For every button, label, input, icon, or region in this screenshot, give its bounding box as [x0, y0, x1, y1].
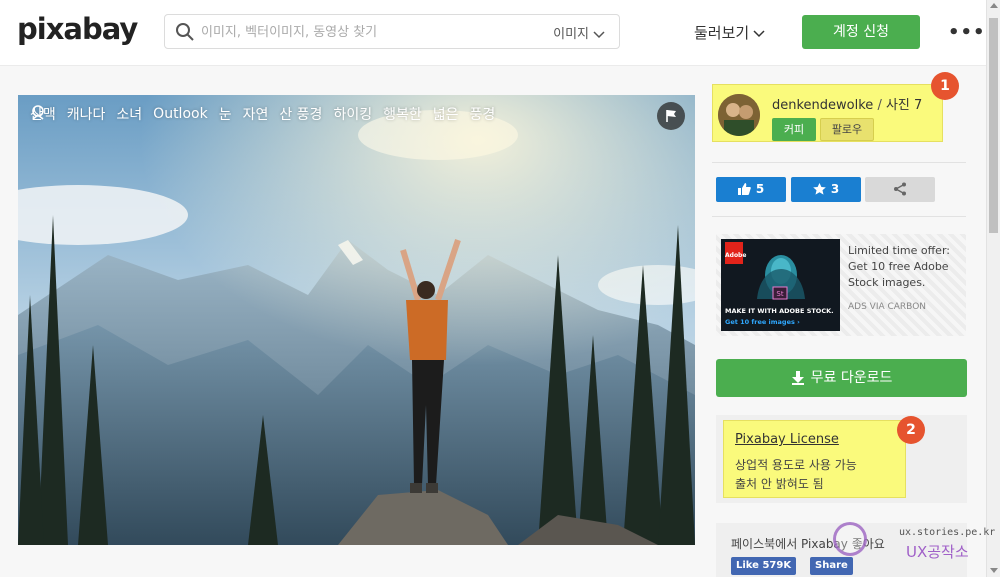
browse-label: 둘러보기: [694, 24, 750, 42]
adobe-logo: Adobe: [725, 242, 746, 264]
license-highlight: Pixabay License 상업적 용도로 사용 가능 출처 안 밝혀도 됨: [723, 420, 906, 498]
mountain-photo-image: [18, 95, 695, 545]
search-input[interactable]: [201, 20, 531, 44]
tag-icon: [32, 105, 44, 120]
search-type-select[interactable]: 이미지: [553, 23, 605, 42]
follow-button[interactable]: 팔로우: [820, 118, 874, 141]
pixabay-logo[interactable]: pixabay: [17, 12, 138, 46]
browse-menu[interactable]: 둘러보기: [694, 22, 765, 43]
top-header: pixabay 이미지 둘러보기 계정 신청 •••: [0, 0, 986, 66]
tag-link[interactable]: 소녀: [116, 104, 142, 124]
tag-link[interactable]: 캐나다: [67, 104, 106, 124]
author-card: denkendewolke / 사진 7 커피 팔로우: [712, 84, 943, 142]
license-attribution: 출처 안 밝혀도 됨: [735, 477, 824, 491]
download-icon: [791, 371, 804, 385]
scroll-up-icon[interactable]: [990, 3, 998, 8]
chevron-down-icon: [593, 30, 605, 38]
chevron-down-icon: [753, 29, 765, 37]
tag-link[interactable]: 하이킹: [333, 104, 372, 124]
facebook-share-button[interactable]: Share: [810, 557, 853, 575]
annotation-badge: 1: [931, 72, 959, 100]
tag-link[interactable]: 자연: [243, 104, 269, 124]
scrollbar[interactable]: [986, 0, 1000, 577]
author-avatar[interactable]: [718, 94, 760, 136]
search-bar[interactable]: 이미지: [164, 14, 620, 49]
free-download-button[interactable]: 무료 다운로드: [716, 359, 967, 397]
ad-text[interactable]: Limited time offer: Get 10 free Adobe St…: [848, 243, 963, 291]
author-separator: /: [873, 98, 886, 113]
download-label: 무료 다운로드: [810, 370, 893, 386]
facebook-like-button[interactable]: Like 579K: [731, 557, 797, 575]
search-icon[interactable]: [175, 22, 195, 42]
thumbs-up-icon: [737, 183, 751, 195]
avatar-image: [718, 94, 760, 136]
ad-caption: MAKE IT WITH ADOBE STOCK.: [725, 307, 834, 315]
ad-via[interactable]: ADS VIA CARBON: [848, 302, 926, 312]
share-button[interactable]: [865, 177, 935, 202]
ad-image[interactable]: St Adobe MAKE IT WITH ADOBE STOCK. Get 1…: [721, 239, 840, 331]
scroll-thumb[interactable]: [989, 18, 998, 233]
tag-link[interactable]: Outlook: [153, 106, 208, 122]
report-flag-button[interactable]: [657, 102, 685, 130]
tag-link[interactable]: 눈: [219, 104, 232, 124]
tag-link[interactable]: 행복한: [383, 104, 422, 124]
license-commercial: 상업적 용도로 사용 가능: [735, 458, 857, 472]
watermark-site: ux.stories.pe.kr: [899, 527, 996, 538]
ad-cta: Get 10 free images ›: [725, 318, 800, 326]
author-info: denkendewolke / 사진 7: [772, 94, 922, 113]
join-button[interactable]: 계정 신청: [802, 15, 920, 49]
favorite-count: 3: [830, 182, 840, 196]
author-photo-count[interactable]: 사진 7: [886, 98, 922, 113]
svg-text:St: St: [776, 290, 783, 298]
license-link[interactable]: Pixabay License: [735, 432, 839, 447]
more-menu-icon[interactable]: •••: [948, 22, 986, 43]
annotation-badge: 2: [897, 416, 925, 444]
carbon-ad[interactable]: St Adobe MAKE IT WITH ADOBE STOCK. Get 1…: [716, 234, 966, 336]
star-icon: [813, 183, 826, 195]
photo-tags: 산맥 캐나다 소녀 Outlook 눈 자연 산 풍경 하이킹 행복한 넓은 풍…: [30, 104, 495, 124]
share-icon: [894, 182, 906, 196]
tag-link[interactable]: 산 풍경: [279, 104, 322, 124]
divider: [712, 216, 966, 217]
tag-link[interactable]: 풍경: [469, 104, 495, 124]
coffee-button[interactable]: 커피: [772, 118, 816, 141]
main-photo[interactable]: 산맥 캐나다 소녀 Outlook 눈 자연 산 풍경 하이킹 행복한 넓은 풍…: [18, 95, 695, 545]
like-count: 5: [755, 182, 765, 196]
tag-link[interactable]: 넓은: [433, 104, 459, 124]
watermark-logo: [833, 522, 867, 556]
favorite-button[interactable]: 3: [791, 177, 861, 202]
divider: [712, 162, 966, 163]
flag-icon: [666, 110, 676, 122]
watermark-name: UX공작소: [906, 543, 969, 561]
search-type-label: 이미지: [553, 27, 589, 42]
author-name-link[interactable]: denkendewolke: [772, 98, 873, 113]
scroll-down-icon[interactable]: [990, 568, 998, 573]
like-button[interactable]: 5: [716, 177, 786, 202]
